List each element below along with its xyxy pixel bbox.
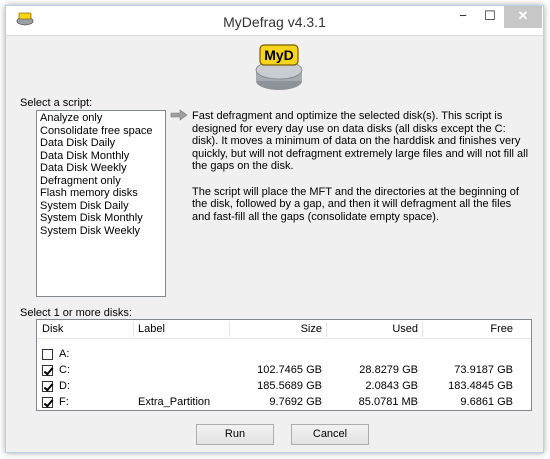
disk-size: 9.7692 GB: [269, 396, 322, 408]
mydefrag-logo: MyD: [255, 44, 303, 90]
script-list-item[interactable]: Consolidate free space: [39, 125, 163, 138]
script-list-item[interactable]: System Disk Daily: [39, 200, 163, 213]
disk-letter: A:: [59, 348, 70, 360]
disk-row[interactable]: C: 102.7465 GB 28.8279 GB 73.9187 GB: [37, 363, 531, 378]
column-disk[interactable]: Disk: [42, 320, 63, 339]
column-divider[interactable]: [133, 322, 134, 337]
arrow-right-icon: [170, 109, 188, 121]
run-button[interactable]: Run: [196, 424, 274, 445]
disk-letter: C:: [59, 364, 70, 376]
disk-checkbox[interactable]: [42, 397, 53, 408]
column-free[interactable]: Free: [423, 320, 513, 339]
disk-free: 9.6861 GB: [460, 396, 513, 408]
close-button[interactable]: ✕: [504, 6, 542, 28]
description-paragraph-1: Fast defragment and optimize the selecte…: [192, 110, 529, 172]
disk-size: 185.5689 GB: [257, 380, 322, 392]
disk-size: 102.7465 GB: [257, 364, 322, 376]
script-list-item[interactable]: Flash memory disks: [39, 187, 163, 200]
logo-text: MyD: [264, 47, 294, 63]
column-used[interactable]: Used: [327, 320, 418, 339]
disk-used: 28.8279 GB: [359, 364, 418, 376]
script-listbox[interactable]: Analyze only Consolidate free space Data D…: [36, 110, 166, 297]
cancel-button[interactable]: Cancel: [291, 424, 369, 445]
disk-checkbox[interactable]: [42, 365, 53, 376]
column-size[interactable]: Size: [230, 320, 322, 339]
disk-letter: D:: [59, 380, 70, 392]
mydefrag-window: MyDefrag v4.3.1 − ☐ ✕ MyD Select a scrip…: [5, 5, 544, 453]
disk-free: 183.4845 GB: [448, 380, 513, 392]
script-list-item[interactable]: System Disk Weekly: [39, 225, 163, 238]
disk-row[interactable]: F: Extra_Partition 9.7692 GB 85.0781 MB 9.68…: [37, 395, 531, 410]
disk-table[interactable]: Disk Label Size Used Free A: C: 102.7465 G…: [36, 319, 532, 411]
script-list-item[interactable]: Data Disk Daily: [39, 137, 163, 150]
script-list-item[interactable]: System Disk Monthly: [39, 212, 163, 225]
description-paragraph-2: The script will place the MFT and the di…: [192, 185, 519, 223]
title-bar[interactable]: MyDefrag v4.3.1 − ☐ ✕: [6, 6, 543, 36]
script-description: Fast defragment and optimize the selecte…: [192, 110, 530, 223]
script-list-item[interactable]: Data Disk Weekly: [39, 162, 163, 175]
script-list-item[interactable]: Analyze only: [39, 112, 163, 125]
script-list-item[interactable]: Data Disk Monthly: [39, 150, 163, 163]
disk-checkbox[interactable]: [42, 349, 53, 360]
minimize-button[interactable]: −: [450, 6, 476, 28]
disk-checkbox[interactable]: [42, 381, 53, 392]
disk-row[interactable]: A:: [37, 347, 531, 362]
disk-row[interactable]: D: 185.5689 GB 2.0843 GB 183.4845 GB: [37, 379, 531, 394]
disk-used: 85.0781 MB: [358, 396, 418, 408]
disk-table-header: Disk Label Size Used Free: [37, 320, 531, 339]
disk-letter: F:: [59, 396, 69, 408]
disk-list-label: Select 1 or more disks:: [20, 307, 132, 319]
disk-label: Extra_Partition: [138, 396, 211, 408]
disk-used: 2.0843 GB: [365, 380, 418, 392]
script-list-item[interactable]: Defragment only: [39, 175, 163, 188]
column-label[interactable]: Label: [138, 320, 165, 339]
maximize-button[interactable]: ☐: [477, 6, 503, 28]
script-list-label: Select a script:: [20, 97, 93, 109]
disk-free: 73.9187 GB: [454, 364, 513, 376]
